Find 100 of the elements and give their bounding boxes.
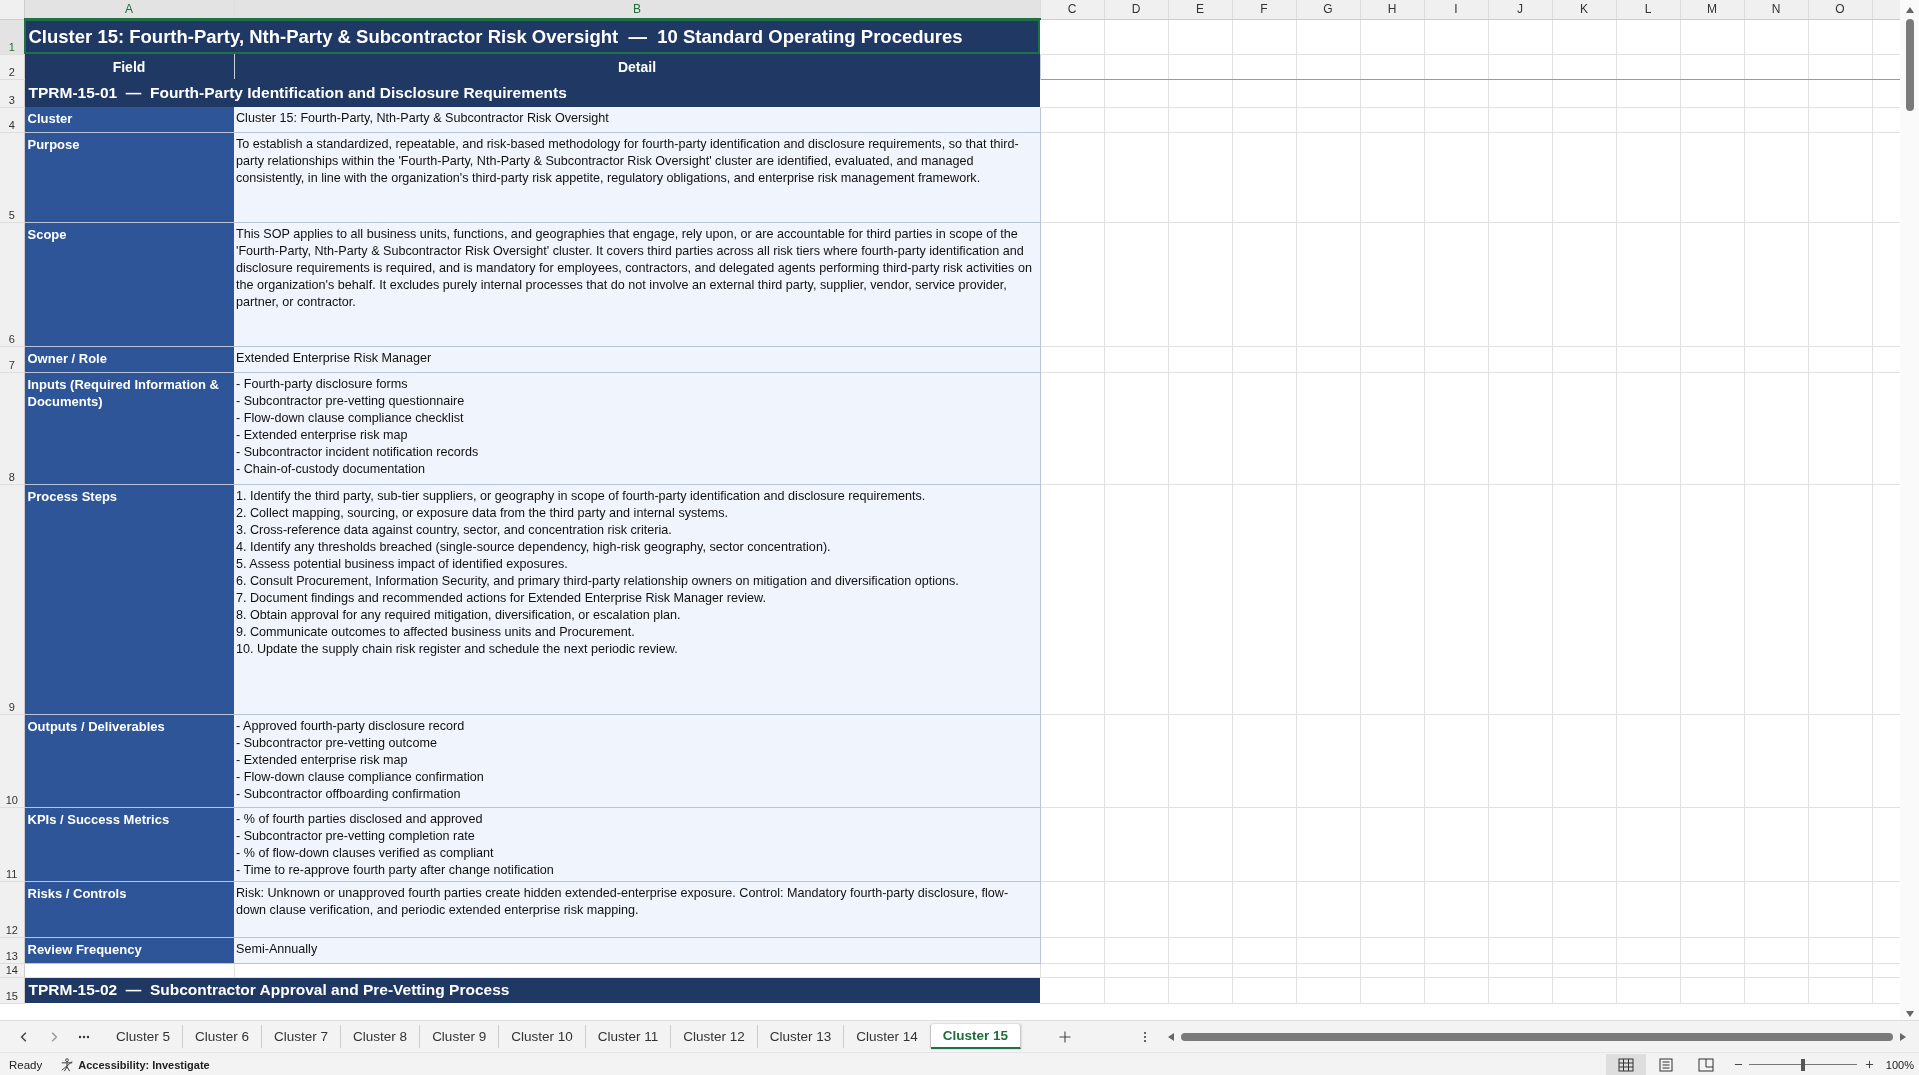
row-header[interactable]: 4 <box>0 107 24 132</box>
list-item: 9. Communicate outcomes to affected business units and Procurement. <box>236 623 636 641</box>
row-header[interactable]: 8 <box>0 372 24 484</box>
column-header[interactable]: G <box>1296 0 1360 19</box>
add-sheet-icon[interactable] <box>1059 1030 1072 1043</box>
list-item: - Subcontractor offboarding confirmation <box>236 785 462 803</box>
sheet-tab[interactable]: Cluster 11 <box>585 1025 672 1048</box>
column-header[interactable]: D <box>1104 0 1168 19</box>
sheet-tab[interactable]: Cluster 12 <box>671 1025 758 1048</box>
row-header[interactable]: 2 <box>0 54 24 79</box>
row-header[interactable]: 13 <box>0 937 24 963</box>
detail-cell: Cluster 15: Fourth-Party, Nth-Party & Subcontractor Risk Oversight <box>234 107 1040 132</box>
column-header[interactable]: A <box>24 0 234 19</box>
row-header[interactable]: 7 <box>0 346 24 372</box>
accessibility-icon[interactable] <box>60 1057 75 1072</box>
detail-cell: Semi-Annually <box>234 937 1040 963</box>
field-label: Process Steps <box>24 484 234 714</box>
list-item: 6. Consult Procurement, Information Security, and primary third-party relationship owners on mitigation and diversification options. <box>236 572 960 590</box>
sheet-tab[interactable]: Cluster 5 <box>104 1025 184 1048</box>
column-title: Detail <box>234 54 1040 79</box>
list-item: - Fourth-party disclosure forms <box>236 375 409 393</box>
list-item: 8. Obtain approval for any required mitigation, diversification, or escalation plan. <box>236 606 682 624</box>
vertical-scrollbar[interactable] <box>1900 0 1919 1020</box>
scroll-thumb[interactable] <box>1181 1032 1893 1041</box>
column-header[interactable]: B <box>234 0 1040 19</box>
column-header[interactable]: C <box>1040 0 1104 19</box>
column-title: Field <box>24 54 234 79</box>
list-item: 7. Document findings and recommended actions for Extended Enterprise Risk Manager review. <box>236 589 767 607</box>
row-header[interactable]: 9 <box>0 484 24 714</box>
detail-cell: This SOP applies to all business units, functions, and geographies that engage, rely upon, or are accountable for third parties in scope of the 'Fourth-Party, Nth-Party & Subcontractor Risk Oversight' cluster. It covers third parties across all risk tiers where fourth-party identification and disclosure requirements is required, and is mandatory for employees, contractors, and delegated agents performing third-party risk activities on the organization's behalf. It excludes purely internal processes that do not involve an external third party, supplier, vendor, service provider, partner, or contractor. <box>234 222 1040 346</box>
list-item: - Subcontractor incident notification records <box>236 443 480 461</box>
list-item: - Time to re-approve fourth party after change notification <box>236 861 555 879</box>
list-item: - Flow-down clause compliance checklist <box>236 409 465 427</box>
list-item: - % of flow-down clauses verified as compliant <box>236 844 495 862</box>
column-header[interactable]: F <box>1232 0 1296 19</box>
column-header[interactable]: M <box>1680 0 1744 19</box>
sheet-tab[interactable]: Cluster 9 <box>420 1025 500 1048</box>
list-item: - Extended enterprise risk map <box>236 426 409 444</box>
column-header[interactable]: H <box>1360 0 1424 19</box>
list-item: - Extended enterprise risk map <box>236 751 409 769</box>
row-header[interactable]: 11 <box>0 807 24 881</box>
field-label: Purpose <box>24 132 234 222</box>
column-header[interactable]: K <box>1552 0 1616 19</box>
row-header[interactable]: 10 <box>0 714 24 807</box>
list-item: 5. Assess potential business impact of identified exposures. <box>236 555 569 573</box>
field-label: Scope <box>24 222 234 346</box>
scroll-down-icon[interactable] <box>1904 1010 1915 1018</box>
list-item: - Chain-of-custody documentation <box>236 460 426 478</box>
section-heading: TPRM-15-01 — Fourth-Party Identification and Disclosure Requirements <box>24 79 1040 107</box>
sheet-tab[interactable]: Cluster 10 <box>499 1025 586 1048</box>
scroll-up-icon[interactable] <box>1904 6 1915 14</box>
sheet-tab[interactable]: Cluster 7 <box>262 1025 342 1048</box>
row-header[interactable]: 15 <box>0 977 24 1003</box>
options-icon[interactable] <box>1143 1030 1148 1043</box>
list-item: - % of fourth parties disclosed and approved <box>236 810 484 828</box>
list-item: - Subcontractor pre-vetting questionnaire <box>236 392 466 410</box>
list-item: 10. Update the supply chain risk register and schedule the next periodic review. <box>236 640 679 658</box>
column-header[interactable]: L <box>1616 0 1680 19</box>
field-label: Review Frequency <box>24 937 234 963</box>
field-label: Risks / Controls <box>24 881 234 937</box>
column-header[interactable]: O <box>1808 0 1872 19</box>
column-header[interactable]: E <box>1168 0 1232 19</box>
field-label: Inputs (Required Information & Documents) <box>24 372 234 484</box>
detail-cell: To establish a standardized, repeatable, and risk-based methodology for fourth-party identification and disclosure requirements, so that third-party relationships within the 'Fourth-Party, Nth-Party & Subcontractor Risk Oversight' cluster are identified, evaluated, and managed consistently, in line with the organization's third-party risk appetite, regulatory obligations, and enterprise risk management framework. <box>234 132 1040 222</box>
normal-view-icon[interactable] <box>1605 1053 1646 1075</box>
column-header[interactable]: I <box>1424 0 1488 19</box>
list-item: 3. Cross-reference data against country, sector, and concentration risk criteria. <box>236 521 673 539</box>
field-label: Outputs / Deliverables <box>24 714 234 807</box>
field-label: Owner / Role <box>24 346 234 372</box>
sheet-tab[interactable]: Cluster 13 <box>757 1025 845 1048</box>
detail-cell: Risk: Unknown or unapproved fourth parties create hidden extended-enterprise exposure. Control: Mandatory fourth-party disclosure, flow-down clause verification, and periodic extended enterprise risk mapping. <box>234 881 1040 937</box>
field-label: Cluster <box>24 107 234 132</box>
sheet-tab[interactable]: Cluster 8 <box>341 1025 421 1048</box>
list-item: - Subcontractor pre-vetting completion rate <box>236 827 476 845</box>
scroll-left-icon[interactable] <box>1167 1031 1176 1042</box>
row-header[interactable]: 1 <box>0 19 24 54</box>
sheet-tab[interactable]: Cluster 14 <box>844 1025 931 1048</box>
sheet-tab[interactable]: Cluster 6 <box>183 1025 263 1048</box>
section-heading: TPRM-15-02 — Subcontractor Approval and Pre-Vetting Process <box>24 977 1040 1003</box>
row-header[interactable]: 6 <box>0 222 24 346</box>
field-label: KPIs / Success Metrics <box>24 807 234 881</box>
sheet-tab[interactable]: Cluster 15 <box>930 1024 1022 1049</box>
status-text: Ready <box>9 1058 43 1071</box>
scroll-thumb[interactable] <box>1905 19 1914 111</box>
list-item: - Flow-down clause compliance confirmation <box>236 768 485 786</box>
row-header[interactable]: 5 <box>0 132 24 222</box>
list-item: 2. Collect mapping, sourcing, or exposure data from the third party and internal systems. <box>236 504 730 522</box>
row-header[interactable]: 12 <box>0 881 24 937</box>
detail-cell: Extended Enterprise Risk Manager <box>234 346 1040 372</box>
accessibility-status[interactable]: Accessibility: Investigate <box>78 1058 210 1071</box>
row-header[interactable]: 3 <box>0 79 24 107</box>
sheet-title[interactable]: Cluster 15: Fourth-Party, Nth-Party & Subcontractor Risk Oversight — 10 Standard Operating Procedures <box>24 19 1040 54</box>
slider-thumb[interactable] <box>1800 1058 1805 1071</box>
zoom-in-icon[interactable] <box>1864 1060 1874 1069</box>
list-item: - Subcontractor pre-vetting outcome <box>236 734 438 752</box>
column-header[interactable]: J <box>1488 0 1552 19</box>
list-item: 4. Identify any thresholds breached (single-source dependency, high-risk geography, sector concentration). <box>236 538 832 556</box>
zoom-level[interactable]: 100% <box>1885 1058 1914 1071</box>
column-header[interactable]: N <box>1744 0 1808 19</box>
scroll-right-icon[interactable] <box>1899 1031 1907 1042</box>
